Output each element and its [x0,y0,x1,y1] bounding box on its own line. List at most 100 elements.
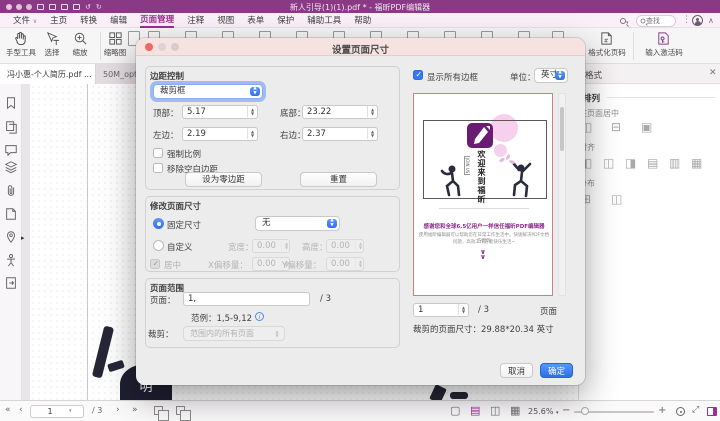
align-top-icon[interactable]: ▤ [647,156,658,170]
search-scope-icon[interactable]: ▾ [620,17,629,27]
statusbar-page-input[interactable] [31,407,69,416]
menu-file[interactable]: 文件 ∨ [13,14,37,26]
stepper-icon[interactable]: ▲▼ [367,106,377,117]
snapshot-icon[interactable] [154,406,163,415]
menu-help[interactable]: 帮助 [354,14,371,26]
preview-scrollbar[interactable] [558,93,566,296]
search-icon [641,19,646,24]
fit-width-icon[interactable] [676,407,685,416]
show-borders-label[interactable]: 显示所有边框 [427,71,478,83]
page-total-label: / 3 [92,406,102,415]
format-page-number-icon[interactable]: # [599,31,614,46]
layers-icon[interactable] [4,160,18,174]
panel-expand-handle[interactable]: ▸ [21,234,25,242]
export-panel-icon[interactable] [4,276,18,290]
zero-margin-button[interactable]: 设为零边距 [185,172,262,187]
ok-button[interactable]: 确定 [540,363,573,378]
constrain-ratio-checkbox[interactable] [153,148,163,158]
collapse-ribbon-icon[interactable]: ∧ [708,16,714,25]
zoom-out-icon[interactable]: − [562,405,570,416]
more-options-icon[interactable]: ⋮ [682,15,691,25]
single-page-view-icon[interactable]: ▢ [450,405,460,417]
remove-white-margin-checkbox[interactable] [153,163,163,173]
first-page-icon[interactable]: « [5,405,11,415]
close-panel-icon[interactable]: ✕ [709,68,717,78]
hand-tool-icon[interactable] [13,31,28,46]
hand-tool-label[interactable]: 手型工具 [6,47,36,58]
fullscreen-icon[interactable]: ⤢ [692,405,699,415]
menu-accessibility[interactable]: 辅助工具 [307,14,341,26]
custom-size-radio[interactable] [153,240,164,251]
zoom-tool-icon[interactable] [73,31,88,46]
search-input[interactable] [646,17,672,25]
page-preview[interactable]: 欢迎来到福昕 JOIN US 感谢您和全球6.5亿用户一样信任福昕PDF编辑器 … [413,93,553,296]
page-range-input[interactable] [183,292,310,306]
menu-view[interactable]: 视图 [217,14,234,26]
preview-scrollbar-thumb[interactable] [560,107,564,151]
accessibility-icon[interactable] [4,253,18,267]
destinations-icon[interactable] [4,230,18,244]
cancel-button[interactable]: 取消 [500,363,533,378]
align-bottom-icon[interactable]: ▦ [691,156,702,170]
continuous-facing-view-icon[interactable]: ▦ [510,405,520,417]
menu-comment[interactable]: 注释 [187,14,204,26]
comments-icon[interactable] [4,143,18,157]
fixed-size-label[interactable]: 固定尺寸 [167,219,201,231]
zoom-slider-handle[interactable] [581,407,589,415]
magnifier-icon [620,18,626,24]
align-middle-icon[interactable]: ▥ [669,156,680,170]
align-right-icon[interactable]: ◨ [625,156,636,170]
clipboard-icon[interactable] [176,406,185,415]
fields-icon[interactable] [4,207,18,221]
align-center-icon[interactable]: ◫ [603,156,614,170]
stepper-icon[interactable]: ▲▼ [458,304,468,315]
stepper-icon[interactable]: ▲▼ [367,128,377,139]
facing-view-icon[interactable]: ◫ [490,405,500,417]
thumbnail-label[interactable]: 缩略图 [104,47,127,58]
menu-edit[interactable]: 编辑 [110,14,127,26]
menu-home[interactable]: 主页 [50,14,67,26]
last-page-icon[interactable]: » [132,405,138,415]
continuous-view-icon[interactable]: ▤ [470,405,480,417]
crop-scope-label: 裁剪： [148,328,174,340]
format-page-number-label[interactable]: 格式化页码 [588,47,626,58]
box-type-select[interactable]: 裁剪框▲▼ [153,84,263,99]
next-page-icon[interactable]: › [116,405,120,415]
custom-size-label[interactable]: 自定义 [167,241,193,253]
stepper-icon[interactable]: ▲▼ [247,106,257,117]
account-avatar[interactable] [692,15,703,26]
center-vertical-icon[interactable]: ⊟ [611,120,621,134]
activation-code-label[interactable]: 输入激活码 [645,47,683,58]
bookmarks-icon[interactable] [4,96,18,110]
stepper-icon[interactable]: ▲▼ [247,128,257,139]
select-tool-label[interactable]: 选择 [45,47,60,58]
zoom-tool-label[interactable]: 缩放 [73,47,88,58]
activation-code-icon[interactable] [656,31,671,46]
attachments-icon[interactable] [4,184,18,198]
unit-select[interactable]: 英寸▲▼ [534,68,568,83]
show-borders-checkbox[interactable] [413,70,423,80]
menu-convert[interactable]: 转换 [80,14,97,26]
zoom-level[interactable]: 25.6% ▾ [528,407,558,416]
select-tool-icon[interactable] [45,31,60,46]
doc-tab-active[interactable]: 冯小惠-个人简历.pdf ... [0,64,96,84]
menu-protect[interactable]: 保护 [277,14,294,26]
page-number-box[interactable]: ▾ [30,405,84,418]
fixed-size-radio[interactable] [153,218,164,229]
search-box[interactable] [636,15,676,27]
format-tab[interactable]: 格式 [585,69,602,81]
constrain-ratio-label[interactable]: 强制比例 [167,148,201,160]
menu-form[interactable]: 表单 [247,14,264,26]
menu-page-management[interactable]: 页面管理 [140,13,174,28]
distribute-vertical-icon[interactable]: ◫ [611,192,622,206]
prev-page-icon[interactable]: ‹ [19,405,23,415]
toggle-panel-icon[interactable] [707,407,717,416]
pages-icon[interactable] [4,120,18,134]
fixed-size-select[interactable]: 无▲▼ [255,216,340,231]
info-icon[interactable]: i [255,312,264,321]
zoom-in-icon[interactable]: + [658,405,666,416]
avatar-head [696,18,699,21]
thumbnail-icon[interactable] [108,31,123,46]
center-both-icon[interactable]: ▣ [641,120,652,134]
reset-button[interactable]: 重置 [300,172,377,187]
